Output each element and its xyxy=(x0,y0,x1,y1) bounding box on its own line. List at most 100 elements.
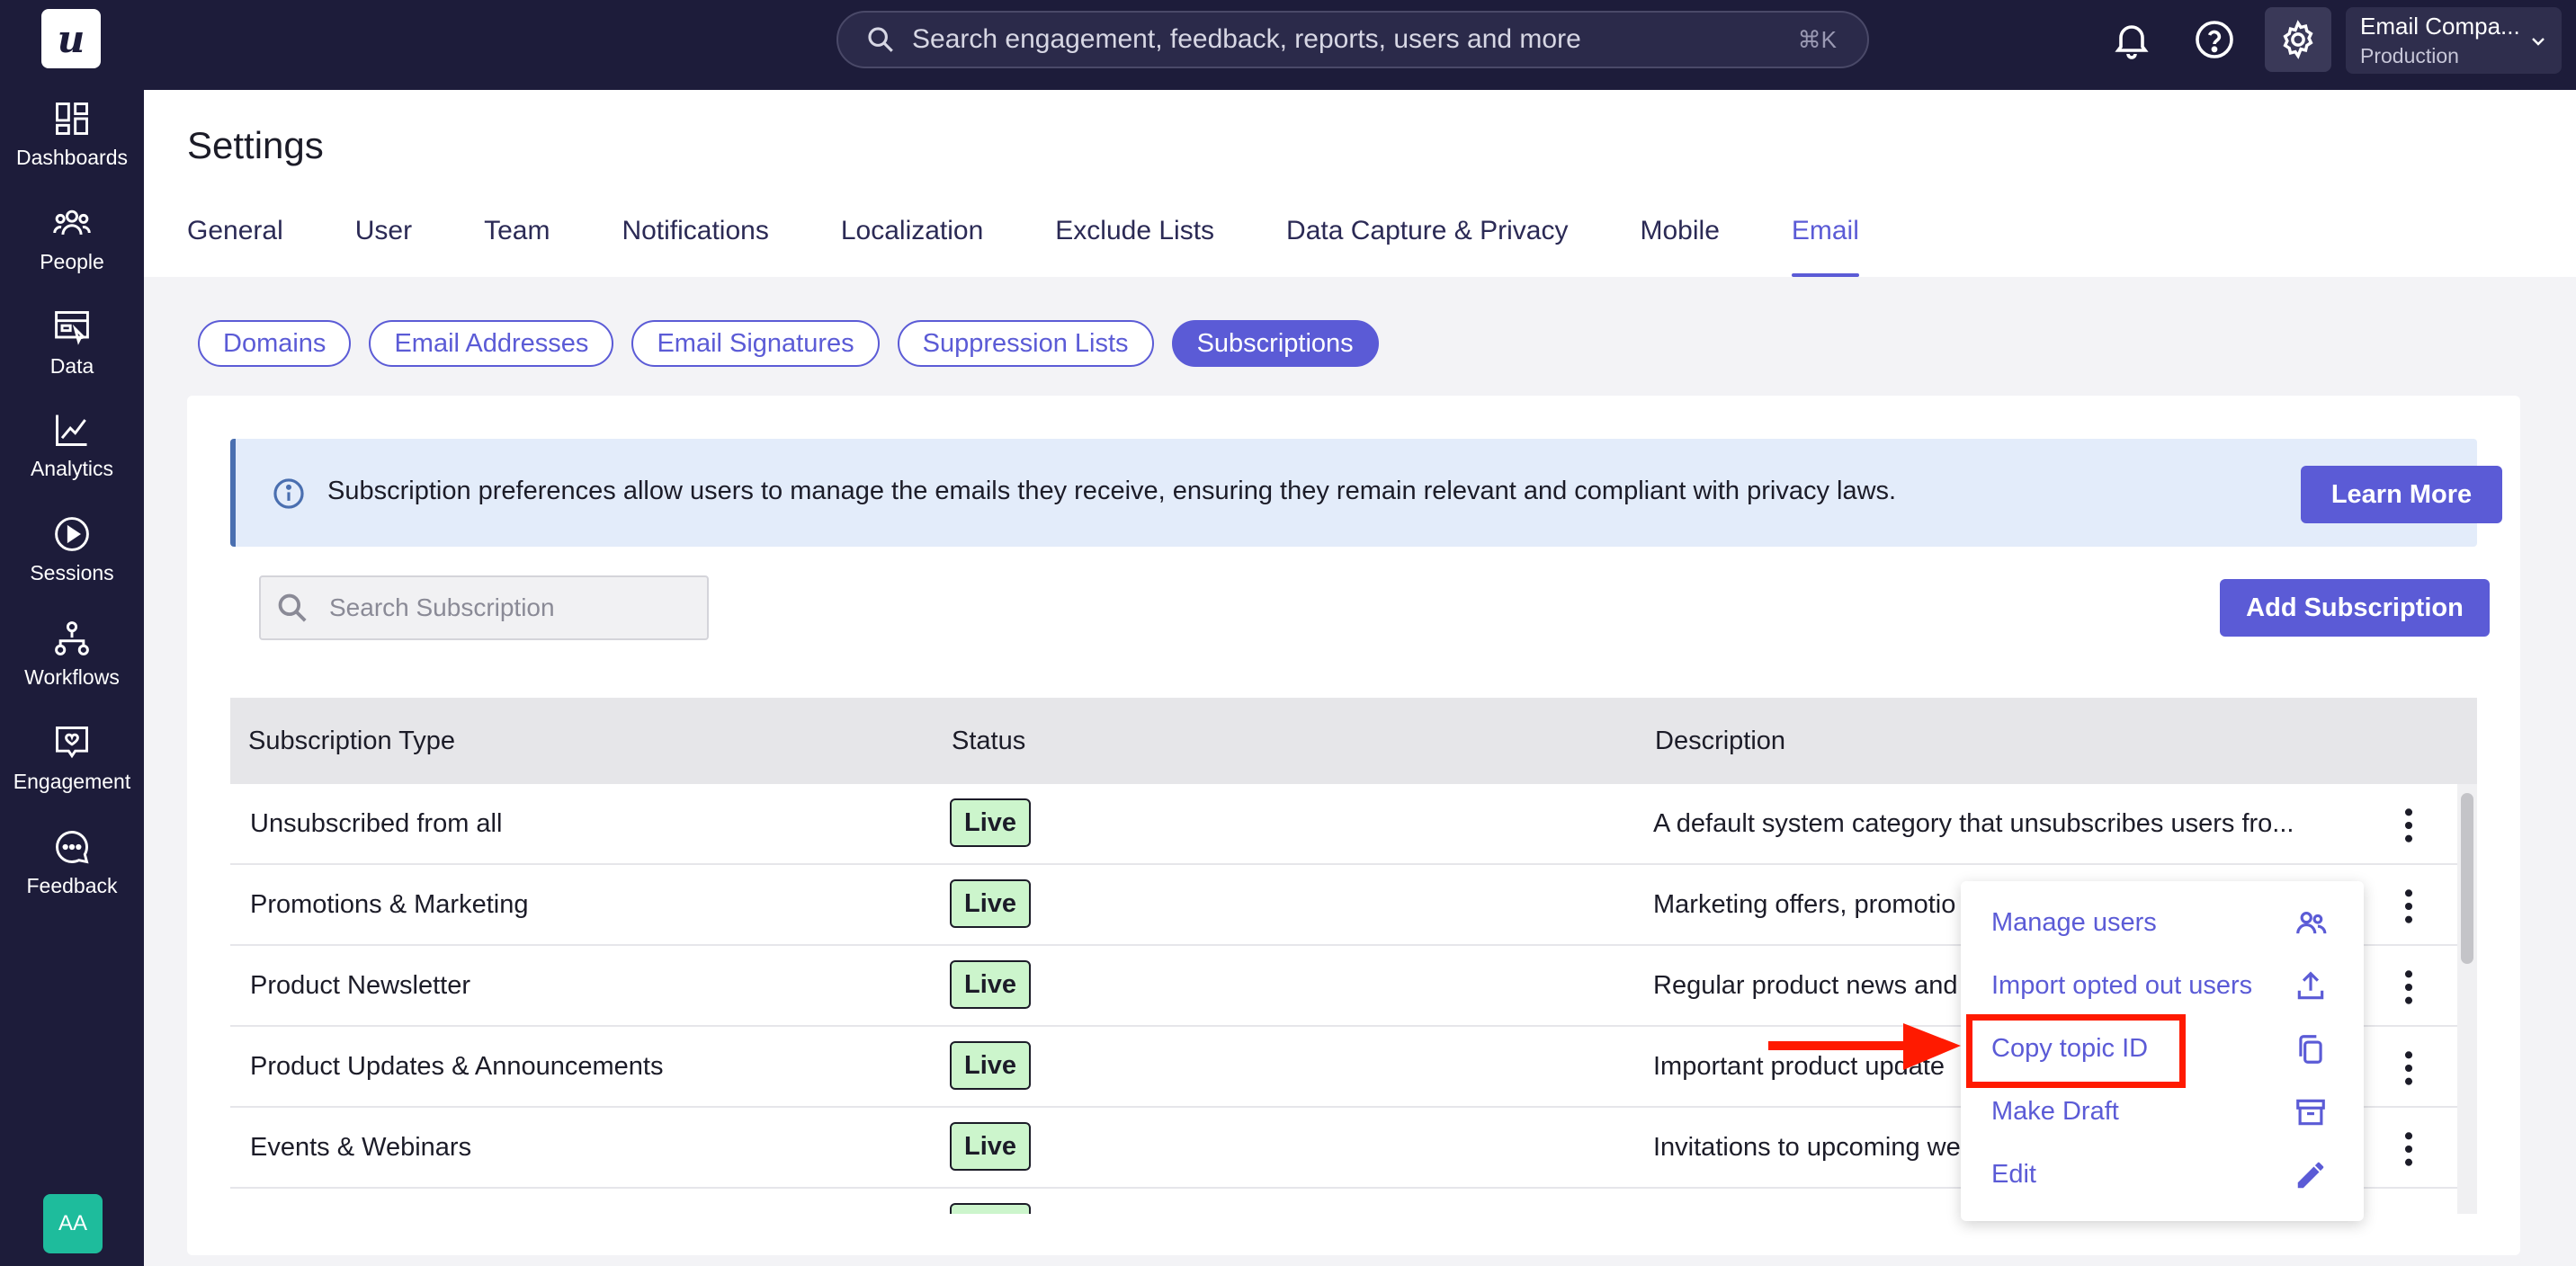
column-header-status[interactable]: Status xyxy=(952,727,1025,756)
sidebar-item-dashboards[interactable]: Dashboards xyxy=(0,99,144,189)
scrollbar-thumb[interactable] xyxy=(2461,793,2473,964)
menu-item-make-draft[interactable]: Make Draft xyxy=(1961,1081,2364,1144)
gear-icon xyxy=(2283,20,2313,59)
kebab-menu-icon[interactable] xyxy=(2393,1048,2425,1088)
table-header: Subscription Type Status Description xyxy=(230,698,2477,784)
tab-email[interactable]: Email xyxy=(1791,216,1859,277)
kebab-menu-icon[interactable] xyxy=(2393,967,2425,1007)
subscription-description: Marketing offers, promotio xyxy=(1653,890,1956,919)
sidebar-item-label: Data xyxy=(49,354,94,378)
subscription-type: Unsubscribed from all xyxy=(250,809,503,838)
sidebar-item-sessions[interactable]: Sessions xyxy=(0,514,144,604)
status-badge: Live xyxy=(950,798,1031,847)
subscription-description: A default system category that unsubscri… xyxy=(1653,809,2294,838)
people-icon xyxy=(53,210,91,235)
subscription-type: Events & Webinars xyxy=(250,1133,472,1162)
subscription-type: Product Updates & Announcements xyxy=(250,1052,664,1081)
column-header-type[interactable]: Subscription Type xyxy=(248,727,455,756)
subscription-description: Invitations to upcoming we xyxy=(1653,1133,1961,1162)
sub-tab-suppression-lists[interactable]: Suppression Lists xyxy=(897,320,1154,367)
feedback-icon xyxy=(56,831,89,864)
sessions-icon xyxy=(55,517,89,551)
info-icon xyxy=(273,478,304,509)
sidebar-item-analytics[interactable]: Analytics xyxy=(0,410,144,500)
sub-tab-email-addresses[interactable]: Email Addresses xyxy=(369,320,614,367)
menu-item-label: Manage users xyxy=(1991,908,2157,937)
info-banner: Subscription preferences allow users to … xyxy=(230,439,2502,547)
account-switcher[interactable]: Email Compa... Production xyxy=(2346,7,2562,74)
learn-more-button[interactable]: Learn More xyxy=(2301,466,2502,523)
annotation-highlight-box xyxy=(1966,1014,2186,1088)
dashboard-icon xyxy=(56,103,88,135)
pencil-icon xyxy=(2297,1162,2324,1189)
user-avatar[interactable]: AA xyxy=(43,1194,103,1253)
archive-icon xyxy=(2296,1099,2325,1126)
sidebar-item-workflows[interactable]: Workflows xyxy=(0,619,144,709)
sidebar: Dashboards People Data Analytics Session… xyxy=(0,90,144,1266)
analytics-icon xyxy=(56,415,87,446)
tab-exclude-lists[interactable]: Exclude Lists xyxy=(1055,216,1214,277)
subscription-type: Promotions & Marketing xyxy=(250,890,529,919)
menu-item-manage-users[interactable]: Manage users xyxy=(1961,892,2364,955)
menu-item-edit[interactable]: Edit xyxy=(1961,1144,2364,1207)
app-logo[interactable]: u xyxy=(41,9,101,68)
column-header-description[interactable]: Description xyxy=(1655,727,1785,756)
data-icon xyxy=(55,311,89,345)
sidebar-item-label: Sessions xyxy=(30,561,114,584)
subscription-search-input[interactable]: Search Subscription xyxy=(259,575,709,640)
menu-item-label: Edit xyxy=(1991,1160,2036,1189)
sidebar-item-label: People xyxy=(40,250,104,273)
global-search-placeholder: Search engagement, feedback, reports, us… xyxy=(912,24,1581,54)
kebab-menu-icon[interactable] xyxy=(2393,887,2425,926)
global-search[interactable]: Search engagement, feedback, reports, us… xyxy=(836,11,1869,68)
status-badge: Live xyxy=(950,879,1031,928)
tab-data-capture-privacy[interactable]: Data Capture & Privacy xyxy=(1286,216,1568,277)
kebab-menu-icon[interactable] xyxy=(2393,1129,2425,1169)
table-scrollbar[interactable] xyxy=(2457,784,2477,1214)
table-row[interactable]: Unsubscribed from all Live A default sys… xyxy=(230,784,2457,865)
kebab-menu-icon[interactable] xyxy=(2393,806,2425,845)
search-shortcut: ⌘K xyxy=(1797,25,1837,53)
tab-mobile[interactable]: Mobile xyxy=(1641,216,1720,277)
info-message: Subscription preferences allow users to … xyxy=(327,477,1897,505)
upload-icon xyxy=(2297,971,2324,1000)
copy-icon xyxy=(2299,1035,2322,1064)
tab-notifications[interactable]: Notifications xyxy=(622,216,768,277)
page-title: Settings xyxy=(187,124,324,166)
search-icon xyxy=(868,27,893,52)
sidebar-item-label: Feedback xyxy=(26,874,118,897)
tab-general[interactable]: General xyxy=(187,216,283,277)
users-icon xyxy=(2296,912,2327,934)
sidebar-item-engagement[interactable]: Engagement xyxy=(0,723,144,813)
sub-tab-subscriptions[interactable]: Subscriptions xyxy=(1171,320,1379,367)
sidebar-item-feedback[interactable]: Feedback xyxy=(0,827,144,917)
bell-icon[interactable] xyxy=(2110,18,2153,61)
tab-team[interactable]: Team xyxy=(484,216,550,277)
subscription-description: Regular product news and xyxy=(1653,971,1958,1000)
sub-tab-domains[interactable]: Domains xyxy=(198,320,352,367)
top-bar: u Search engagement, feedback, reports, … xyxy=(0,0,2576,90)
annotation-arrow-icon xyxy=(1768,1023,1961,1070)
help-icon[interactable] xyxy=(2193,18,2236,61)
status-badge: Live xyxy=(950,1122,1031,1171)
settings-header: Settings General User Team Notifications… xyxy=(144,90,2576,277)
workflows-icon xyxy=(55,621,89,655)
sidebar-item-people[interactable]: People xyxy=(0,203,144,293)
chevron-down-icon xyxy=(2532,38,2545,46)
tab-user[interactable]: User xyxy=(355,216,412,277)
tab-localization[interactable]: Localization xyxy=(841,216,983,277)
sub-tab-email-signatures[interactable]: Email Signatures xyxy=(631,320,880,367)
search-icon xyxy=(278,593,307,622)
menu-item-import-opted-out-users[interactable]: Import opted out users xyxy=(1961,955,2364,1018)
menu-item-label: Import opted out users xyxy=(1991,971,2253,1000)
email-sub-tabs: Domains Email Addresses Email Signatures… xyxy=(198,320,1397,367)
subscription-type: Product Newsletter xyxy=(250,971,470,1000)
settings-button[interactable] xyxy=(2265,7,2331,72)
sidebar-item-label: Engagement xyxy=(13,770,131,793)
subscription-search-placeholder: Search Subscription xyxy=(329,593,555,621)
sidebar-item-label: Analytics xyxy=(30,457,114,480)
status-badge xyxy=(950,1203,1031,1214)
sidebar-item-data[interactable]: Data xyxy=(0,308,144,397)
add-subscription-button[interactable]: Add Subscription xyxy=(2220,579,2490,637)
status-badge: Live xyxy=(950,1041,1031,1090)
